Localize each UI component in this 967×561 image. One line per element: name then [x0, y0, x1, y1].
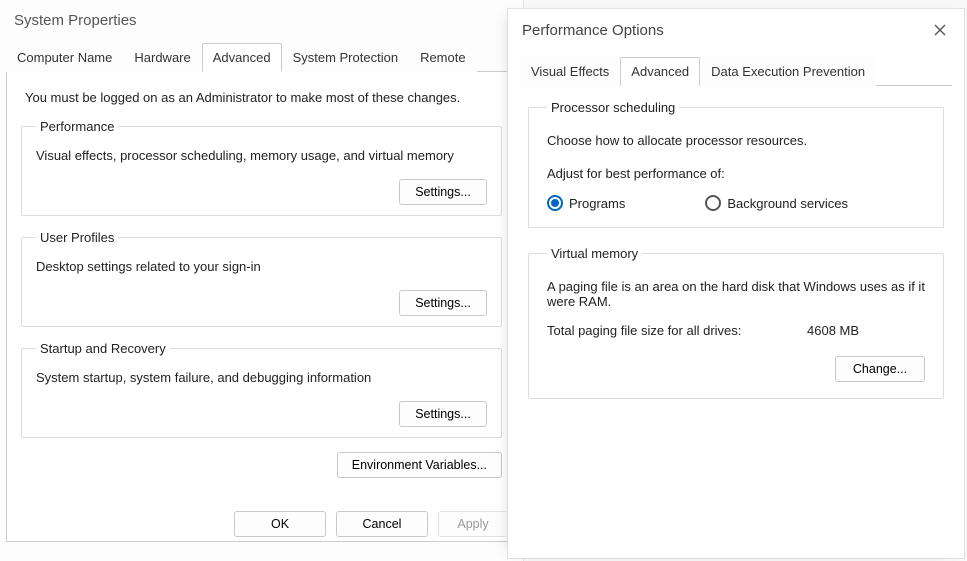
- radio-programs-indicator: [547, 195, 563, 211]
- tab-remote[interactable]: Remote: [409, 43, 477, 72]
- tab-dep[interactable]: Data Execution Prevention: [700, 57, 876, 86]
- processor-desc: Choose how to allocate processor resourc…: [547, 133, 925, 148]
- tab-advanced[interactable]: Advanced: [202, 43, 282, 72]
- perf-pane: Visual Effects Advanced Data Execution P…: [508, 53, 964, 399]
- sysprop-advanced-pane: You must be logged on as an Administrato…: [6, 72, 517, 542]
- environment-variables-button[interactable]: Environment Variables...: [337, 452, 502, 478]
- tab-visual-effects[interactable]: Visual Effects: [520, 57, 620, 86]
- tab-computer-name[interactable]: Computer Name: [6, 43, 123, 72]
- performance-options-title: Performance Options: [522, 22, 664, 39]
- group-processor-scheduling: Processor scheduling Choose how to alloc…: [528, 100, 944, 228]
- apply-button[interactable]: Apply: [438, 511, 508, 537]
- vmem-total-value: 4608 MB: [807, 323, 925, 338]
- group-virtual-memory: Virtual memory A paging file is an area …: [528, 246, 944, 399]
- group-profiles-legend: User Profiles: [36, 230, 118, 245]
- ok-button[interactable]: OK: [234, 511, 326, 537]
- group-startup-recovery: Startup and Recovery System startup, sys…: [21, 341, 502, 438]
- group-performance-desc: Visual effects, processor scheduling, me…: [36, 148, 487, 163]
- radio-background-indicator: [705, 195, 721, 211]
- startup-settings-button[interactable]: Settings...: [399, 401, 487, 427]
- group-startup-desc: System startup, system failure, and debu…: [36, 370, 487, 385]
- vmem-desc: A paging file is an area on the hard dis…: [547, 279, 925, 309]
- system-properties-window: System Properties Computer Name Hardware…: [0, 0, 524, 561]
- group-user-profiles: User Profiles Desktop settings related t…: [21, 230, 502, 327]
- group-startup-legend: Startup and Recovery: [36, 341, 170, 356]
- cancel-button[interactable]: Cancel: [336, 511, 428, 537]
- radio-background-label: Background services: [727, 196, 848, 211]
- vmem-change-button[interactable]: Change...: [835, 356, 925, 382]
- group-performance-legend: Performance: [36, 119, 118, 134]
- performance-settings-button[interactable]: Settings...: [399, 179, 487, 205]
- performance-options-window: Performance Options Visual Effects Advan…: [507, 8, 965, 559]
- group-performance: Performance Visual effects, processor sc…: [21, 119, 502, 216]
- sysprop-tabs: Computer Name Hardware Advanced System P…: [6, 43, 517, 72]
- tab-system-protection[interactable]: System Protection: [282, 43, 410, 72]
- tab-perf-advanced[interactable]: Advanced: [620, 57, 700, 86]
- perf-titlebar: Performance Options: [508, 9, 964, 53]
- processor-adjust-label: Adjust for best performance of:: [547, 166, 925, 181]
- close-icon[interactable]: [926, 19, 954, 41]
- vmem-total-label: Total paging file size for all drives:: [547, 323, 807, 338]
- system-properties-title: System Properties: [0, 0, 523, 43]
- tab-hardware[interactable]: Hardware: [123, 43, 201, 72]
- radio-background-services[interactable]: Background services: [705, 195, 848, 211]
- admin-notice: You must be logged on as an Administrato…: [21, 90, 502, 105]
- radio-programs[interactable]: Programs: [547, 195, 625, 211]
- group-profiles-desc: Desktop settings related to your sign-in: [36, 259, 487, 274]
- sysprop-footer: OK Cancel Apply: [7, 511, 516, 537]
- profiles-settings-button[interactable]: Settings...: [399, 290, 487, 316]
- radio-programs-label: Programs: [569, 196, 625, 211]
- processor-legend: Processor scheduling: [547, 100, 679, 115]
- perf-tabs: Visual Effects Advanced Data Execution P…: [520, 57, 952, 86]
- vmem-legend: Virtual memory: [547, 246, 642, 261]
